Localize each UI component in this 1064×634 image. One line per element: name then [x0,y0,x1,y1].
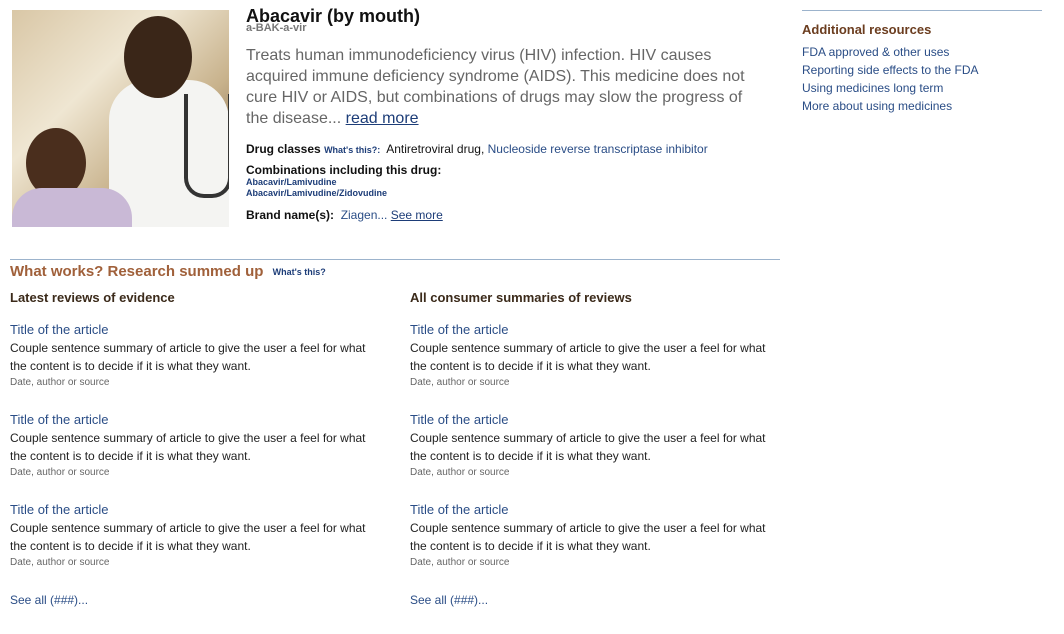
list-item: Title of the article Couple sentence sum… [410,321,780,411]
read-more-link[interactable]: read more [346,110,419,127]
article-meta: Date, author or source [10,377,110,388]
latest-reviews-column: Latest reviews of evidence Title of the … [10,290,380,609]
section-divider [10,259,780,260]
research-whats-this-link[interactable]: What's this? [273,267,326,277]
brand-names-row: Brand name(s): Ziagen... See more [246,208,443,222]
consumer-summaries-column: All consumer summaries of reviews Title … [410,290,780,609]
article-title-link[interactable]: Title of the article [10,322,109,337]
article-summary: Couple sentence summary of article to gi… [10,521,366,553]
additional-resources-panel: Additional resources FDA approved & othe… [802,10,1042,115]
article-meta: Date, author or source [410,377,510,388]
article-meta: Date, author or source [10,467,110,478]
article-summary: Couple sentence summary of article to gi… [410,521,766,553]
list-item: Title of the article Couple sentence sum… [10,411,380,501]
brand-name-link[interactable]: Ziagen... [341,208,388,222]
description-text: Treats human immunodeficiency virus (HIV… [246,47,745,127]
drug-class-antiretroviral: Antiretroviral drug [386,142,481,156]
drug-classes-whats-this-link[interactable]: What's this?: [324,145,380,155]
photo-doctor [124,16,192,98]
article-title-link[interactable]: Title of the article [410,502,509,517]
combinations-row: Combinations including this drug: Abacav… [246,163,441,199]
article-meta: Date, author or source [10,557,110,568]
drug-classes-label: Drug classes [246,142,321,156]
see-more-link[interactable]: See more [391,208,443,222]
list-item: Title of the article Couple sentence sum… [410,411,780,501]
article-title-link[interactable]: Title of the article [410,322,509,337]
resource-link-fda-uses[interactable]: FDA approved & other uses [802,43,1042,61]
drug-pronunciation: a-BAK-a-vir [246,22,307,34]
resource-link-side-effects[interactable]: Reporting side effects to the FDA [802,61,1042,79]
research-title-text: What works? Research summed up [10,263,264,280]
combinations-label: Combinations including this drug: [246,163,442,177]
research-section-title: What works? Research summed up What's th… [10,263,326,280]
article-summary: Couple sentence summary of article to gi… [10,431,366,463]
resource-link-long-term[interactable]: Using medicines long term [802,79,1042,97]
brand-names-label: Brand name(s): [246,208,335,222]
latest-reviews-see-all-link[interactable]: See all (###)... [10,593,88,607]
article-meta: Date, author or source [410,467,510,478]
consumer-summaries-heading: All consumer summaries of reviews [410,290,632,305]
consumer-summaries-see-all-link[interactable]: See all (###)... [410,593,488,607]
article-meta: Date, author or source [410,557,510,568]
article-title-link[interactable]: Title of the article [10,412,109,427]
article-title-link[interactable]: Title of the article [410,412,509,427]
resource-link-more-about[interactable]: More about using medicines [802,97,1042,115]
additional-resources-title: Additional resources [802,22,932,37]
list-item: Title of the article Couple sentence sum… [10,501,380,591]
list-item: Title of the article Couple sentence sum… [410,501,780,591]
photo-stethoscope [184,94,229,198]
list-item: Title of the article Couple sentence sum… [10,321,380,411]
article-summary: Couple sentence summary of article to gi… [410,341,766,373]
photo-shirt [12,188,132,227]
combination-link-2[interactable]: Abacavir/Lamivudine/Zidovudine [246,188,441,199]
combination-link-1[interactable]: Abacavir/Lamivudine [246,177,441,188]
drug-classes-row: Drug classes What's this?: Antiretrovira… [246,142,708,156]
article-summary: Couple sentence summary of article to gi… [10,341,366,373]
article-summary: Couple sentence summary of article to gi… [410,431,766,463]
drug-class-nrti-link[interactable]: Nucleoside reverse transcriptase inhibit… [488,142,708,156]
article-title-link[interactable]: Title of the article [10,502,109,517]
doctor-patient-photo [12,10,229,227]
latest-reviews-heading: Latest reviews of evidence [10,290,175,305]
drug-description: Treats human immunodeficiency virus (HIV… [246,45,746,129]
